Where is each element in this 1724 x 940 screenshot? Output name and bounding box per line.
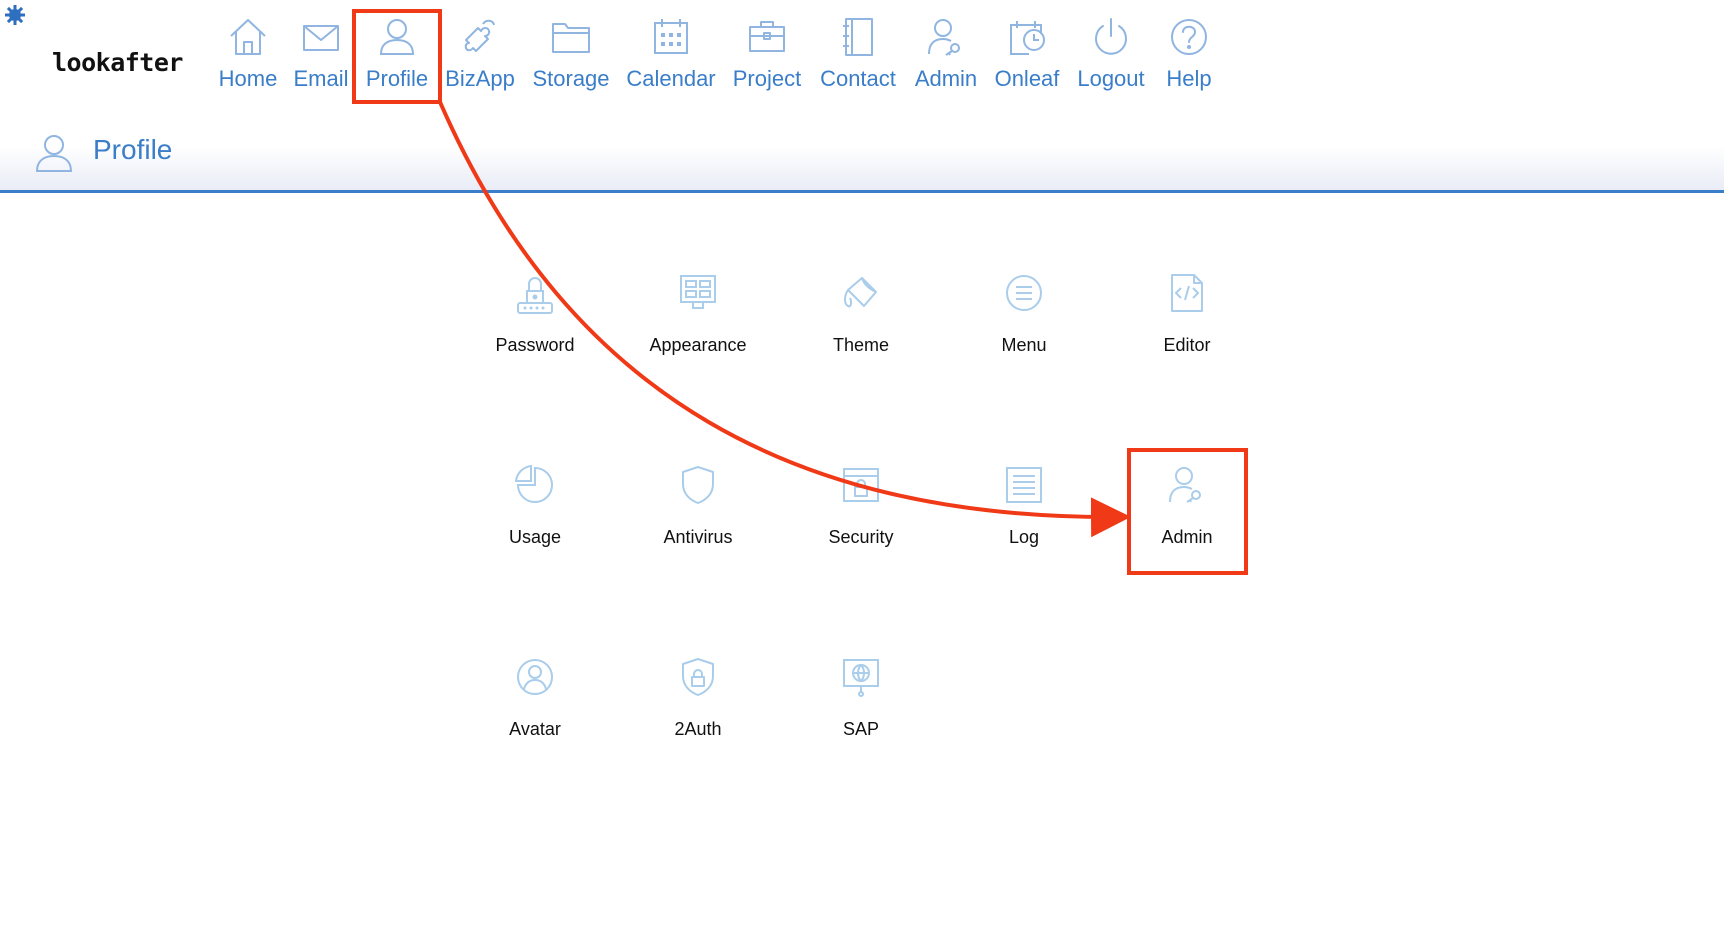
nav-item-storage[interactable]: Storage [516, 14, 626, 92]
question-icon [1171, 19, 1207, 55]
menu-circle-icon [1006, 275, 1042, 311]
tile-usage[interactable]: Usage [455, 462, 615, 548]
tile-editor[interactable]: Editor [1107, 270, 1267, 356]
tile-avatar[interactable]: Avatar [455, 654, 615, 740]
power-icon [1095, 18, 1127, 55]
tile-menu[interactable]: Menu [944, 270, 1104, 356]
monitor-layout-icon [680, 275, 716, 309]
tile-label: Theme [832, 335, 890, 355]
tile-label: Usage [508, 527, 562, 547]
envelope-icon [303, 25, 339, 51]
tile-label: Log [1008, 527, 1040, 547]
shield-lock-icon [682, 658, 714, 696]
user-icon [379, 19, 415, 55]
user-icon [35, 135, 73, 172]
tile-password[interactable]: Password [455, 270, 615, 356]
briefcase-icon [749, 21, 785, 52]
user-key-icon [928, 19, 960, 56]
tile-sap[interactable]: SAP [781, 654, 941, 740]
tile-2auth[interactable]: 2Auth [618, 654, 778, 740]
tile-label: Password [495, 335, 575, 355]
nav-label: Help [1166, 66, 1212, 91]
list-document-icon [1006, 467, 1042, 503]
code-file-icon [1171, 274, 1203, 312]
tile-security[interactable]: Security [781, 462, 941, 548]
tile-label: Antivirus [663, 527, 733, 547]
nav-label: Storage [532, 66, 610, 91]
tile-label: Editor [1163, 335, 1211, 355]
tile-label: Admin [1161, 527, 1213, 547]
nav-item-calendar[interactable]: Calendar [616, 14, 726, 92]
calendar-clock-icon [1010, 21, 1045, 55]
tile-admin[interactable]: Admin [1107, 462, 1267, 548]
folder-icon [552, 23, 590, 53]
tile-label: Avatar [509, 719, 561, 739]
paint-bucket-icon [844, 277, 877, 308]
tile-label: 2Auth [674, 719, 722, 739]
calendar-icon [654, 19, 688, 54]
tile-label: SAP [842, 719, 880, 739]
page-title: Profile [93, 134, 173, 165]
shield-icon [682, 466, 714, 504]
puzzle-icon [464, 19, 495, 52]
user-key-icon [1169, 467, 1201, 503]
tile-antivirus[interactable]: Antivirus [618, 462, 778, 548]
pie-chart-icon [514, 464, 553, 503]
avatar-circle-icon [517, 659, 553, 695]
page-header: Profile [0, 110, 1724, 193]
tile-log[interactable]: Log [944, 462, 1104, 548]
tile-label: Menu [1001, 335, 1047, 355]
nav-item-help[interactable]: Help [1134, 14, 1244, 92]
top-nav: Home Email Profile BizApp Storage Calend… [0, 0, 1724, 110]
tile-theme[interactable]: Theme [781, 270, 941, 356]
browser-lock-icon [843, 468, 879, 502]
password-lock-icon [517, 277, 553, 314]
globe-monitor-icon [843, 659, 879, 697]
home-icon [230, 19, 266, 55]
nav-label: Calendar [626, 66, 716, 91]
tile-appearance[interactable]: Appearance [618, 270, 778, 356]
address-book-icon [843, 18, 873, 56]
tile-label: Security [828, 527, 894, 547]
tile-label: Appearance [649, 335, 747, 355]
